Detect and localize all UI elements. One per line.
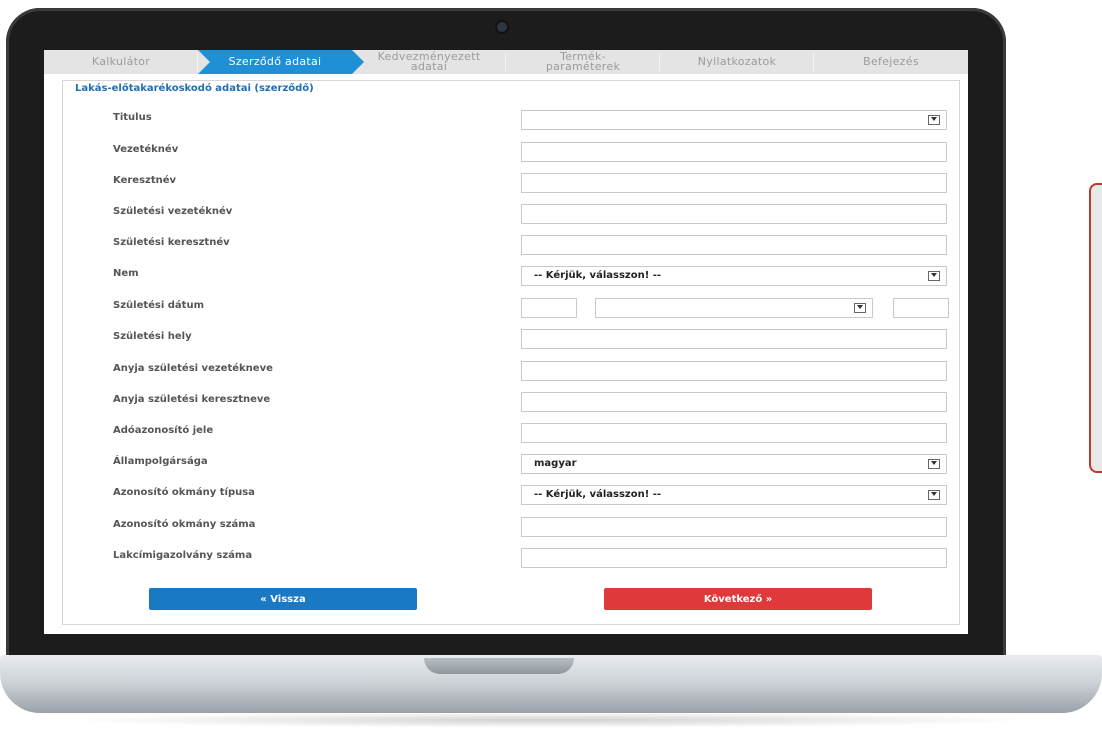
nem-label: Nem [113, 268, 139, 279]
dropdown-arrow-icon[interactable] [854, 303, 866, 313]
szul-hely-input[interactable] [521, 329, 947, 349]
nem-select[interactable]: -- Kérjük, válasszon! -- [521, 266, 947, 286]
form-row-anyja-keresztneve: Anyja születési keresztneve [63, 392, 961, 414]
szul-vezeteknev-label: Születési vezetéknév [113, 206, 233, 217]
form-row-szul-hely: Születési hely [63, 329, 961, 351]
form-row-szul-keresztnev: Születési keresztnév [63, 235, 961, 257]
anyja-vezetekneve-input[interactable] [521, 361, 947, 381]
allampolgarsag-value: magyar [534, 458, 577, 469]
form-row-nem: Nem -- Kérjük, válasszon! -- [63, 266, 961, 288]
section-title: Lakás-előtakarékoskodó adatai (szerződő) [75, 83, 314, 94]
step-kalkulator[interactable]: Kalkulátor [44, 50, 198, 74]
contract-form: Lakás-előtakarékoskodó adatai (szerződő)… [62, 80, 960, 625]
form-row-szul-vezeteknev: Születési vezetéknév [63, 204, 961, 226]
anyja-vezetekneve-label: Anyja születési vezetékneve [113, 363, 273, 374]
form-row-allampolgarsag: Állampolgársága magyar [63, 454, 961, 476]
okmany-szama-input[interactable] [521, 517, 947, 537]
camera-icon [497, 22, 507, 32]
adoazonosito-label: Adóazonosító jele [113, 425, 214, 436]
form-row-szul-datum: Születési dátum [63, 298, 961, 320]
browser-screen: Kalkulátor Szerződő adatai Kedvezményeze… [44, 50, 968, 634]
adoazonosito-input[interactable] [521, 423, 947, 443]
titulus-label: Titulus [113, 112, 152, 123]
dropdown-arrow-icon[interactable] [928, 271, 940, 281]
side-decoration [1089, 183, 1102, 473]
laptop-notch [424, 658, 574, 674]
lakcim-szama-input[interactable] [521, 548, 947, 568]
keresztnev-input[interactable] [521, 173, 947, 193]
step-nyilatkozatok[interactable]: Nyilatkozatok [660, 50, 814, 74]
step-label: Termék-paraméterek [545, 50, 621, 73]
step-label: Befejezés [863, 55, 919, 68]
form-row-okmany-tipusa: Azonosító okmány típusa -- Kérjük, válas… [63, 485, 961, 507]
step-label: Nyilatkozatok [697, 55, 777, 68]
okmany-tipusa-value: -- Kérjük, válasszon! -- [534, 489, 662, 500]
keresztnev-label: Keresztnév [113, 175, 177, 186]
nem-value: -- Kérjük, válasszon! -- [534, 270, 662, 281]
step-szerzodo-adatai[interactable]: Szerződő adatai [198, 50, 364, 74]
form-row-vezeteknev: Vezetéknév [63, 142, 961, 164]
allampolgarsag-label: Állampolgársága [113, 456, 208, 467]
form-row-titulus: Titulus [63, 110, 961, 132]
birth-day-input[interactable] [521, 298, 577, 318]
dropdown-arrow-icon[interactable] [928, 490, 940, 500]
birth-year-input[interactable] [893, 298, 949, 318]
szul-hely-label: Születési hely [113, 331, 192, 342]
dropdown-arrow-icon[interactable] [928, 115, 940, 125]
titulus-select[interactable] [521, 110, 947, 130]
laptop-shadow [60, 712, 1040, 728]
okmany-tipusa-label: Azonosító okmány típusa [113, 487, 255, 498]
szul-keresztnev-input[interactable] [521, 235, 947, 255]
szul-keresztnev-label: Születési keresztnév [113, 237, 230, 248]
form-row-keresztnev: Keresztnév [63, 173, 961, 195]
step-label: Kedvezményezett adatai [377, 50, 481, 73]
step-kedvezmenyezett-adatai[interactable]: Kedvezményezett adatai [352, 50, 506, 74]
vezeteknev-label: Vezetéknév [113, 144, 179, 155]
lakcim-szama-label: Lakcímigazolvány száma [113, 550, 253, 561]
anyja-keresztneve-label: Anyja születési keresztneve [113, 394, 271, 405]
vezeteknev-input[interactable] [521, 142, 947, 162]
step-label: Kalkulátor [91, 55, 151, 68]
szul-datum-label: Születési dátum [113, 300, 205, 311]
form-row-lakcim-szama: Lakcímigazolvány száma [63, 548, 961, 570]
szul-vezeteknev-input[interactable] [521, 204, 947, 224]
okmany-tipusa-select[interactable]: -- Kérjük, válasszon! -- [521, 485, 947, 505]
back-button[interactable]: « Vissza [149, 588, 417, 610]
birth-month-select[interactable] [595, 298, 873, 318]
wizard-steps: Kalkulátor Szerződő adatai Kedvezményeze… [44, 50, 968, 74]
step-termek-parameterek[interactable]: Termék-paraméterek [506, 50, 660, 74]
form-row-okmany-szama: Azonosító okmány száma [63, 517, 961, 539]
step-befejezes[interactable]: Befejezés [814, 50, 968, 74]
anyja-keresztneve-input[interactable] [521, 392, 947, 412]
step-label: Szerződő adatai [228, 55, 322, 68]
form-row-anyja-vezetekneve: Anyja születési vezetékneve [63, 361, 961, 383]
form-row-adoazonosito: Adóazonosító jele [63, 423, 961, 445]
allampolgarsag-select[interactable]: magyar [521, 454, 947, 474]
okmany-szama-label: Azonosító okmány száma [113, 519, 256, 530]
next-button[interactable]: Következő » [604, 588, 872, 610]
dropdown-arrow-icon[interactable] [928, 459, 940, 469]
